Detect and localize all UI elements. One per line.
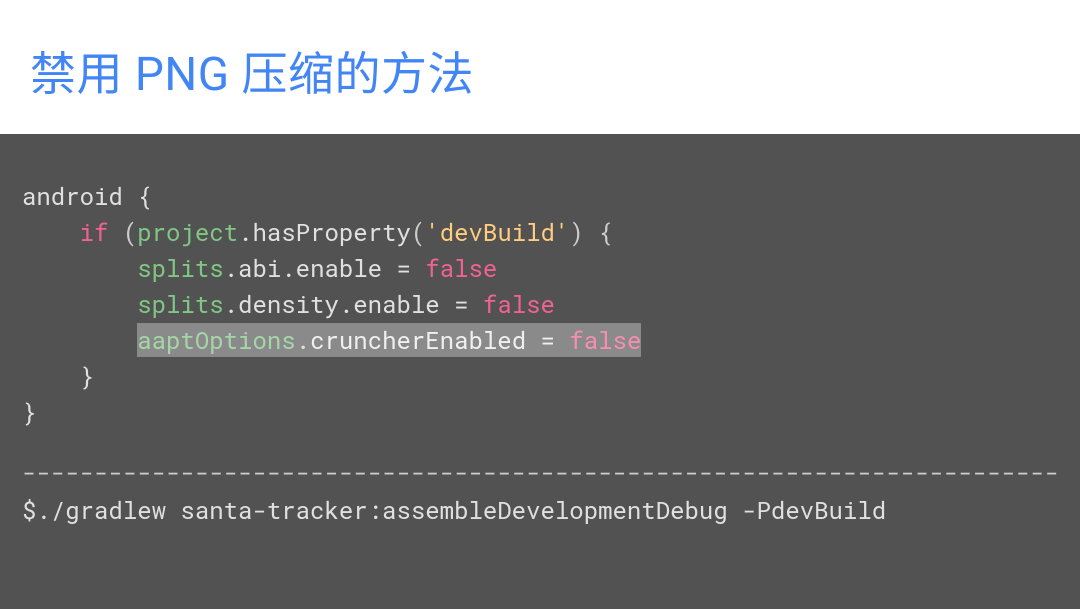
boolean-false: false	[425, 252, 497, 284]
identifier-enable: enable	[296, 252, 382, 284]
boolean-false: false	[569, 324, 641, 356]
closing-brace: }	[22, 396, 36, 428]
slide-header: 禁用 PNG 压缩的方法	[0, 0, 1080, 134]
code-block: android { if (project.hasProperty('devBu…	[0, 134, 1080, 609]
paren: (	[108, 216, 137, 248]
code-line-1: android {	[22, 178, 1058, 214]
boolean-false: false	[483, 288, 555, 320]
code-line-5: aaptOptions.cruncherEnabled = false	[22, 322, 1058, 358]
operator-eq: =	[526, 324, 569, 356]
operator-eq: =	[440, 288, 483, 320]
string-devBuild: 'devBuild'	[425, 216, 569, 248]
identifier-splits: splits	[137, 288, 223, 320]
code-line-3: splits.abi.enable = false	[22, 250, 1058, 286]
dot: .	[339, 288, 353, 320]
code-line-6: }	[22, 358, 1058, 394]
indent	[22, 324, 137, 356]
identifier-project: project	[137, 216, 238, 248]
indent	[22, 216, 80, 248]
keyword-if: if	[80, 216, 109, 248]
indent	[22, 288, 137, 320]
operator-eq: =	[382, 252, 425, 284]
identifier-abi: abi	[238, 252, 281, 284]
identifier-cruncherEnabled: cruncherEnabled	[310, 324, 526, 356]
dot: .	[224, 252, 238, 284]
indent	[22, 252, 137, 284]
paren: ) {	[569, 216, 612, 248]
dot: .	[224, 288, 238, 320]
code-text: android {	[22, 180, 152, 212]
dot: .	[281, 252, 295, 284]
dot: .	[238, 216, 252, 248]
identifier-density: density	[238, 288, 339, 320]
code-line-2: if (project.hasProperty('devBuild') {	[22, 214, 1058, 250]
identifier-splits: splits	[137, 252, 223, 284]
closing-brace: }	[22, 360, 94, 392]
code-line-7: }	[22, 394, 1058, 430]
highlighted-code: aaptOptions.cruncherEnabled = false	[137, 323, 641, 357]
paren: (	[411, 216, 425, 248]
divider-line: ----------------------------------------…	[22, 454, 1058, 490]
identifier-aaptOptions: aaptOptions	[137, 324, 295, 356]
command-line: $./gradlew santa-tracker:assembleDevelop…	[22, 492, 1058, 528]
code-line-4: splits.density.enable = false	[22, 286, 1058, 322]
method-hasProperty: hasProperty	[252, 216, 410, 248]
identifier-enable: enable	[353, 288, 439, 320]
dot: .	[296, 324, 310, 356]
slide-title: 禁用 PNG 压缩的方法	[30, 38, 1050, 104]
